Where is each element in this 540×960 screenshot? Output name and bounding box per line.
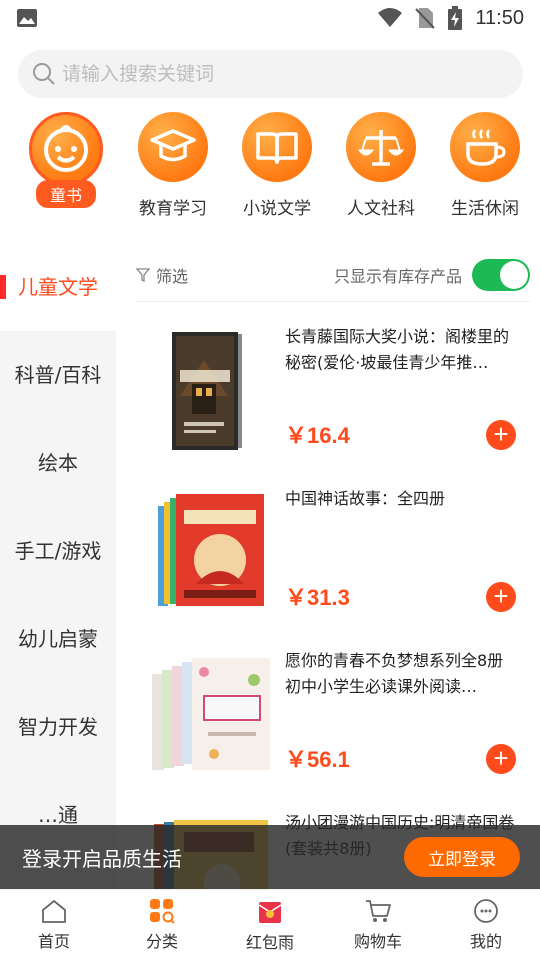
funnel-icon: [136, 267, 150, 282]
filter-button[interactable]: 筛选: [136, 263, 188, 287]
stock-only-label: 只显示有库存产品: [333, 266, 462, 286]
red-envelope-icon: [258, 902, 282, 923]
product-item[interactable]: 愿你的青春不负梦想系列全8册 初中小学生必读课外阅读… ￥56.1 +: [136, 636, 530, 798]
category-label: 人文社科: [347, 199, 415, 219]
search-icon: [33, 63, 55, 85]
category-fiction[interactable]: 小说文学: [225, 112, 329, 219]
top-category-bar: 童书 教育学习 小说文学 人文社科 生活休闲: [0, 112, 540, 227]
no-sim-icon: [415, 8, 436, 29]
product-price: ￥56.1: [285, 747, 350, 772]
login-banner-text: 登录开启品质生活: [22, 846, 182, 871]
add-to-cart-button[interactable]: +: [486, 582, 516, 612]
gallery-notification-icon: [17, 9, 37, 27]
category-humanities[interactable]: 人文社科: [329, 112, 433, 219]
nav-home[interactable]: 首页: [0, 890, 108, 960]
category-label: 教育学习: [139, 199, 207, 219]
sidebar-item-label: 儿童文学: [18, 275, 98, 299]
shopping-cart-icon: [366, 900, 391, 922]
nav-cart[interactable]: 购物车: [324, 890, 432, 960]
add-to-cart-button[interactable]: +: [486, 420, 516, 450]
nav-red-envelope[interactable]: 红包雨: [216, 890, 324, 960]
status-bar: 11:50: [0, 0, 540, 36]
battery-charging-icon: [448, 6, 463, 30]
product-item[interactable]: 长青藤国际大奖小说：阁楼里的秘密(爱伦·坡最佳青少年推… ￥16.4 +: [136, 312, 530, 474]
search-input[interactable]: [62, 63, 482, 85]
nav-label: 分类: [145, 932, 178, 951]
sidebar-item-label: 科普/百科: [14, 363, 102, 387]
category-label: 童书: [35, 180, 96, 208]
filter-bar: 筛选 只显示有库存产品: [136, 248, 530, 302]
sidebar-item-childrens-literature[interactable]: 儿童文学: [0, 243, 116, 331]
status-left: [16, 7, 38, 29]
nav-label: 我的: [469, 932, 502, 951]
product-title[interactable]: 长青藤国际大奖小说：阁楼里的秘密(爱伦·坡最佳青少年推…: [285, 324, 521, 376]
product-title[interactable]: 愿你的青春不负梦想系列全8册 初中小学生必读课外阅读…: [285, 648, 521, 700]
wifi-icon: [378, 8, 403, 27]
filter-label: 筛选: [156, 266, 189, 286]
login-button[interactable]: 立即登录: [404, 837, 520, 877]
home-icon: [42, 900, 66, 923]
product-price: ￥31.3: [285, 585, 350, 610]
sidebar-item-label: 手工/游戏: [14, 539, 102, 563]
baby-face-icon: [29, 112, 103, 186]
product-title[interactable]: 中国神话故事：全四册: [285, 486, 521, 512]
nav-label: 购物车: [353, 932, 402, 951]
graduation-cap-icon: [138, 112, 208, 182]
product-price: ￥16.4: [285, 423, 350, 448]
sidebar-item-science[interactable]: 科普/百科: [0, 331, 116, 419]
category-education[interactable]: 教育学习: [121, 112, 225, 219]
profile-icon: [474, 899, 498, 923]
nav-label: 红包雨: [245, 933, 294, 952]
open-book-icon: [242, 112, 312, 182]
search-bar[interactable]: [18, 50, 523, 98]
subcategory-sidebar: 儿童文学 科普/百科 绘本 手工/游戏 幼儿启蒙 智力开发 …通: [0, 243, 116, 888]
add-to-cart-button[interactable]: +: [486, 744, 516, 774]
bottom-navigation: 首页 分类 红包雨 购物车 我的: [0, 889, 540, 960]
coffee-cup-icon: [450, 112, 520, 182]
sidebar-item-label: 幼儿启蒙: [18, 627, 98, 651]
book-cover-youth-dreams[interactable]: [144, 650, 272, 780]
product-item[interactable]: 中国神话故事：全四册 ￥31.3 +: [136, 474, 530, 636]
category-lifestyle[interactable]: 生活休闲: [433, 112, 537, 219]
sidebar-item-early-education[interactable]: 幼儿启蒙: [0, 595, 116, 683]
sidebar-item-label: 智力开发: [18, 715, 98, 739]
sidebar-item-brain-development[interactable]: 智力开发: [0, 683, 116, 771]
nav-profile[interactable]: 我的: [432, 890, 540, 960]
book-cover-chinese-myths[interactable]: [144, 488, 272, 618]
toggle-knob: [500, 260, 528, 289]
stock-filter: 只显示有库存产品: [333, 258, 530, 291]
stock-only-toggle[interactable]: [472, 258, 530, 291]
balance-scale-icon: [346, 112, 416, 182]
sidebar-item-label: 绘本: [38, 451, 78, 475]
category-children-books[interactable]: 童书: [14, 112, 118, 208]
sidebar-item-crafts-games[interactable]: 手工/游戏: [0, 507, 116, 595]
category-label: 小说文学: [243, 199, 311, 219]
nav-label: 首页: [37, 932, 70, 951]
status-right: 11:50: [377, 6, 524, 30]
status-time: 11:50: [475, 6, 524, 29]
sidebar-item-picture-books[interactable]: 绘本: [0, 419, 116, 507]
category-grid-icon: [150, 899, 175, 924]
book-cover-attic-secret[interactable]: [144, 326, 272, 456]
nav-category[interactable]: 分类: [108, 890, 216, 960]
login-banner: 登录开启品质生活 立即登录: [0, 825, 540, 889]
category-label: 生活休闲: [451, 199, 519, 219]
